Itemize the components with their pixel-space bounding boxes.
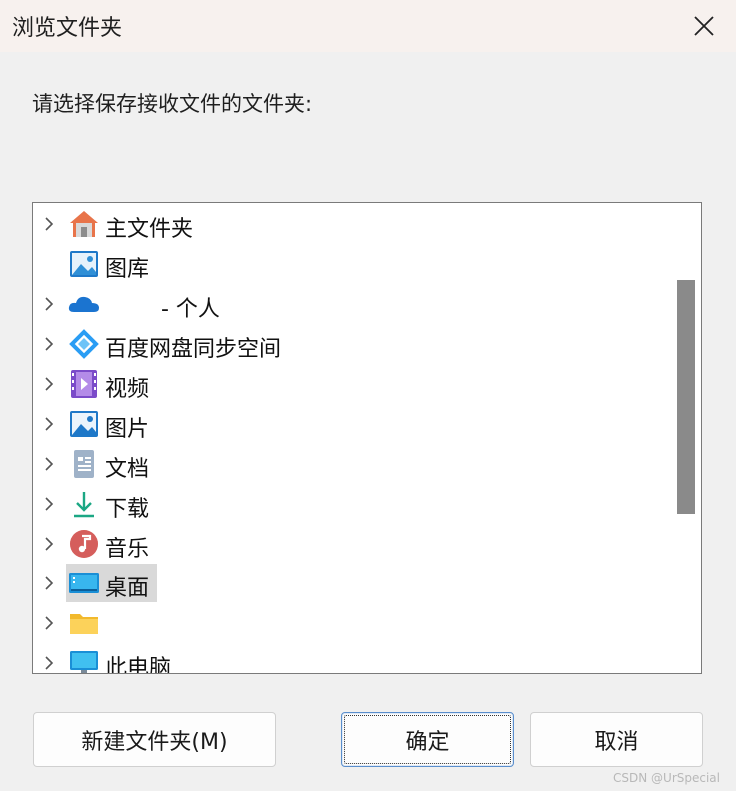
this-pc-icon — [70, 651, 98, 673]
tree-item-gallery[interactable]: 图库 — [33, 245, 669, 283]
tree-item-this-pc[interactable]: 此电脑 — [33, 644, 669, 674]
tree-item-music[interactable]: 音乐 — [33, 525, 669, 563]
chevron-right-icon[interactable] — [41, 216, 57, 232]
title-bar: 浏览文件夹 — [0, 0, 736, 52]
baidu-netdisk-icon — [69, 329, 99, 359]
tree-item-folder[interactable] — [33, 604, 669, 642]
tree-item-onedrive[interactable]: - 个人 — [33, 285, 669, 323]
downloads-icon — [74, 492, 94, 518]
pictures-icon — [70, 411, 98, 437]
scrollbar-thumb[interactable] — [677, 280, 695, 514]
focus-ring — [344, 715, 511, 764]
tree-item-label: 图库 — [105, 257, 150, 282]
chevron-right-icon[interactable] — [41, 416, 57, 432]
videos-icon — [71, 370, 97, 398]
chevron-right-icon[interactable] — [41, 575, 57, 591]
folder-icon — [70, 614, 98, 634]
tree-item-label: 此电脑 — [105, 656, 172, 674]
new-folder-button[interactable]: 新建文件夹(M) — [33, 712, 276, 767]
chevron-right-icon[interactable] — [41, 336, 57, 352]
tree-item-downloads[interactable]: 下载 — [33, 485, 669, 523]
tree-item-home[interactable]: 主文件夹 — [33, 205, 669, 243]
chevron-right-icon[interactable] — [41, 536, 57, 552]
chevron-right-icon[interactable] — [41, 296, 57, 312]
tree-item-label: 桌面 — [105, 576, 150, 601]
tree-item-label: 下载 — [105, 497, 150, 522]
tree-item-label: 文档 — [105, 457, 150, 482]
folder-tree[interactable]: 主文件夹 图库 - 个人 百度网盘同步空间 视频 图片 文档 下载 音乐 桌面 … — [32, 202, 702, 674]
documents-icon — [74, 450, 94, 478]
tree-item-label: 音乐 — [105, 537, 150, 562]
tree-item-baidu-netdisk[interactable]: 百度网盘同步空间 — [33, 325, 669, 363]
vertical-scrollbar[interactable] — [669, 203, 701, 673]
ok-button[interactable]: 确定 — [341, 712, 514, 767]
tree-item-label: 图片 — [105, 417, 150, 442]
tree-item-label: 视频 — [105, 377, 150, 402]
tree-item-label: 百度网盘同步空间 — [105, 337, 282, 362]
tree-item-label: 主文件夹 — [105, 217, 194, 242]
tree-item-desktop[interactable]: 桌面 — [33, 564, 669, 602]
chevron-right-icon[interactable] — [41, 615, 57, 631]
instruction-text: 请选择保存接收文件的文件夹: — [32, 92, 313, 116]
tree-item-pictures[interactable]: 图片 — [33, 405, 669, 443]
close-button[interactable] — [682, 4, 726, 48]
home-icon — [70, 211, 98, 237]
chevron-right-icon[interactable] — [41, 376, 57, 392]
cancel-button[interactable]: 取消 — [530, 712, 703, 767]
music-icon — [70, 530, 98, 558]
close-icon — [694, 16, 714, 36]
chevron-right-icon[interactable] — [41, 496, 57, 512]
tree-item-documents[interactable]: 文档 — [33, 445, 669, 483]
chevron-right-icon[interactable] — [41, 456, 57, 472]
window-title: 浏览文件夹 — [12, 16, 123, 41]
chevron-right-icon[interactable] — [41, 655, 57, 671]
desktop-icon — [69, 573, 99, 593]
tree-item-videos[interactable]: 视频 — [33, 365, 669, 403]
tree-item-label: - 个人 — [161, 297, 220, 322]
gallery-icon — [70, 251, 98, 277]
watermark: CSDN @UrSpecial — [613, 771, 720, 785]
onedrive-cloud-icon — [68, 296, 99, 312]
